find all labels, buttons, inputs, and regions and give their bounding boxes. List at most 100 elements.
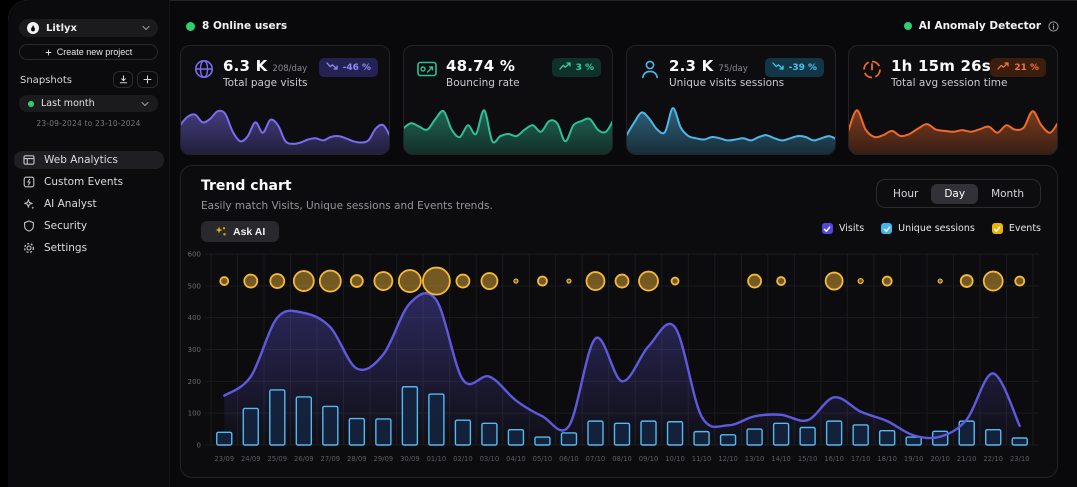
legend-item-events[interactable]: Events: [992, 223, 1041, 234]
trend-badge: -46 %: [319, 58, 378, 77]
ai-anomaly-detector: AI Anomaly Detector: [904, 20, 1059, 32]
globe-icon: [193, 58, 215, 80]
trend-badge: 21 %: [990, 58, 1046, 77]
trend-badge: -39 %: [765, 58, 824, 77]
sparkline-chart: [403, 101, 613, 155]
web-analytics-icon: [23, 154, 35, 166]
trend-up-icon: [997, 62, 1009, 73]
create-project-button[interactable]: Create new project: [19, 44, 158, 60]
svg-text:09/10: 09/10: [639, 455, 659, 463]
interval-month-button[interactable]: Month: [978, 184, 1037, 204]
svg-text:19/10: 19/10: [904, 455, 924, 463]
stat-card-unique-sessions: 2.3 K 75/day Unique visits sessions -39 …: [626, 45, 836, 155]
checkbox-visits: [822, 223, 833, 234]
litlyx-logo-icon: [27, 22, 39, 34]
ask-ai-label: Ask AI: [233, 226, 265, 238]
svg-text:08/10: 08/10: [612, 455, 632, 463]
sidebar-item-custom-events[interactable]: Custom Events: [14, 173, 164, 191]
snapshots-label: Snapshots: [20, 75, 72, 86]
svg-text:29/09: 29/09: [374, 455, 394, 463]
trend-chart-subtitle: Easily match Visits, Unique sessions and…: [201, 200, 493, 212]
stat-card-total-page-visits: 6.3 K 208/day Total page visits -46 %: [180, 45, 390, 155]
svg-text:600: 600: [188, 251, 201, 259]
svg-text:05/10: 05/10: [533, 455, 553, 463]
svg-text:16/10: 16/10: [824, 455, 844, 463]
badge-text: -46 %: [343, 63, 371, 73]
trend-chart-plot[interactable]: 010020030040050060023/0924/0925/0926/092…: [187, 246, 1053, 472]
stat-label: Total avg session time: [891, 77, 1007, 89]
legend-label: Unique sessions: [898, 223, 975, 234]
stat-value: 48.74 %: [446, 57, 515, 75]
legend-item-visits[interactable]: Visits: [822, 223, 864, 234]
sparkline-chart: [626, 101, 836, 155]
svg-text:300: 300: [188, 346, 201, 354]
bounce-icon: [416, 58, 438, 80]
sparkles-icon: [215, 226, 226, 237]
svg-text:17/10: 17/10: [851, 455, 871, 463]
timer-icon: [861, 58, 883, 80]
sidebar-item-web-analytics[interactable]: Web Analytics: [14, 151, 164, 169]
snapshot-date-range: 23-09-2024 to 23-10-2024: [19, 119, 158, 128]
badge-text: 3 %: [576, 63, 594, 73]
snapshot-status-dot: [28, 101, 34, 107]
download-icon: [119, 75, 128, 84]
stat-label: Unique visits sessions: [669, 77, 784, 89]
svg-text:14/10: 14/10: [771, 455, 791, 463]
person-icon: [639, 58, 661, 80]
svg-text:15/10: 15/10: [798, 455, 818, 463]
custom-events-icon: [23, 176, 35, 188]
svg-text:0: 0: [197, 442, 201, 450]
plus-icon: [45, 49, 52, 56]
create-project-label: Create new project: [57, 47, 133, 57]
interval-segmented-control: Hour Day Month: [876, 179, 1041, 208]
plus-icon: [143, 75, 152, 84]
online-users-status: 8 Online users: [186, 20, 287, 32]
anomaly-detector-label: AI Anomaly Detector: [919, 20, 1041, 32]
snapshot-selector[interactable]: Last month: [19, 95, 158, 112]
chart-legend: Visits Unique sessions Events: [822, 223, 1041, 234]
svg-text:10/10: 10/10: [665, 455, 685, 463]
interval-hour-button[interactable]: Hour: [880, 184, 931, 204]
svg-text:22/10: 22/10: [983, 455, 1003, 463]
badge-text: 21 %: [1014, 63, 1039, 73]
svg-text:04/10: 04/10: [506, 455, 526, 463]
svg-text:28/09: 28/09: [347, 455, 367, 463]
snapshot-download-button[interactable]: [113, 71, 133, 88]
sidebar-item-label: Custom Events: [44, 176, 123, 188]
check-icon: [823, 225, 831, 233]
sidebar-item-ai-analyst[interactable]: AI Analyst: [14, 195, 164, 213]
svg-text:100: 100: [188, 410, 201, 418]
project-name: Litlyx: [46, 23, 135, 34]
interval-day-button[interactable]: Day: [931, 184, 978, 204]
sidebar-item-settings[interactable]: Settings: [14, 239, 164, 257]
stat-value: 2.3 K: [669, 57, 713, 75]
svg-text:12/10: 12/10: [718, 455, 738, 463]
stat-value: 6.3 K: [223, 57, 267, 75]
trend-down-icon: [772, 62, 784, 73]
sparkline-chart: [848, 101, 1058, 155]
sidebar-item-label: Web Analytics: [44, 154, 118, 166]
svg-text:03/10: 03/10: [480, 455, 500, 463]
svg-text:06/10: 06/10: [559, 455, 579, 463]
svg-text:13/10: 13/10: [745, 455, 765, 463]
chevron-down-icon: [141, 101, 149, 107]
trend-chart-card: Trend chart Easily match Visits, Unique …: [180, 165, 1058, 478]
stat-label: Total page visits: [223, 77, 308, 89]
check-icon: [993, 225, 1001, 233]
svg-text:18/10: 18/10: [877, 455, 897, 463]
legend-item-unique-sessions[interactable]: Unique sessions: [881, 223, 975, 234]
stat-label: Bouncing rate: [446, 77, 520, 89]
shield-icon: [23, 220, 35, 232]
info-icon[interactable]: [1048, 21, 1059, 32]
trend-badge: 3 %: [552, 58, 601, 77]
snapshot-add-button[interactable]: [137, 71, 158, 88]
svg-text:24/09: 24/09: [241, 455, 261, 463]
online-status-dot: [186, 22, 195, 31]
svg-text:02/10: 02/10: [453, 455, 473, 463]
badge-text: -39 %: [789, 63, 817, 73]
sidebar-item-security[interactable]: Security: [14, 217, 164, 235]
ask-ai-button[interactable]: Ask AI: [201, 221, 279, 242]
project-selector[interactable]: Litlyx: [19, 19, 158, 37]
gear-icon: [23, 242, 35, 254]
checkbox-events: [992, 223, 1003, 234]
